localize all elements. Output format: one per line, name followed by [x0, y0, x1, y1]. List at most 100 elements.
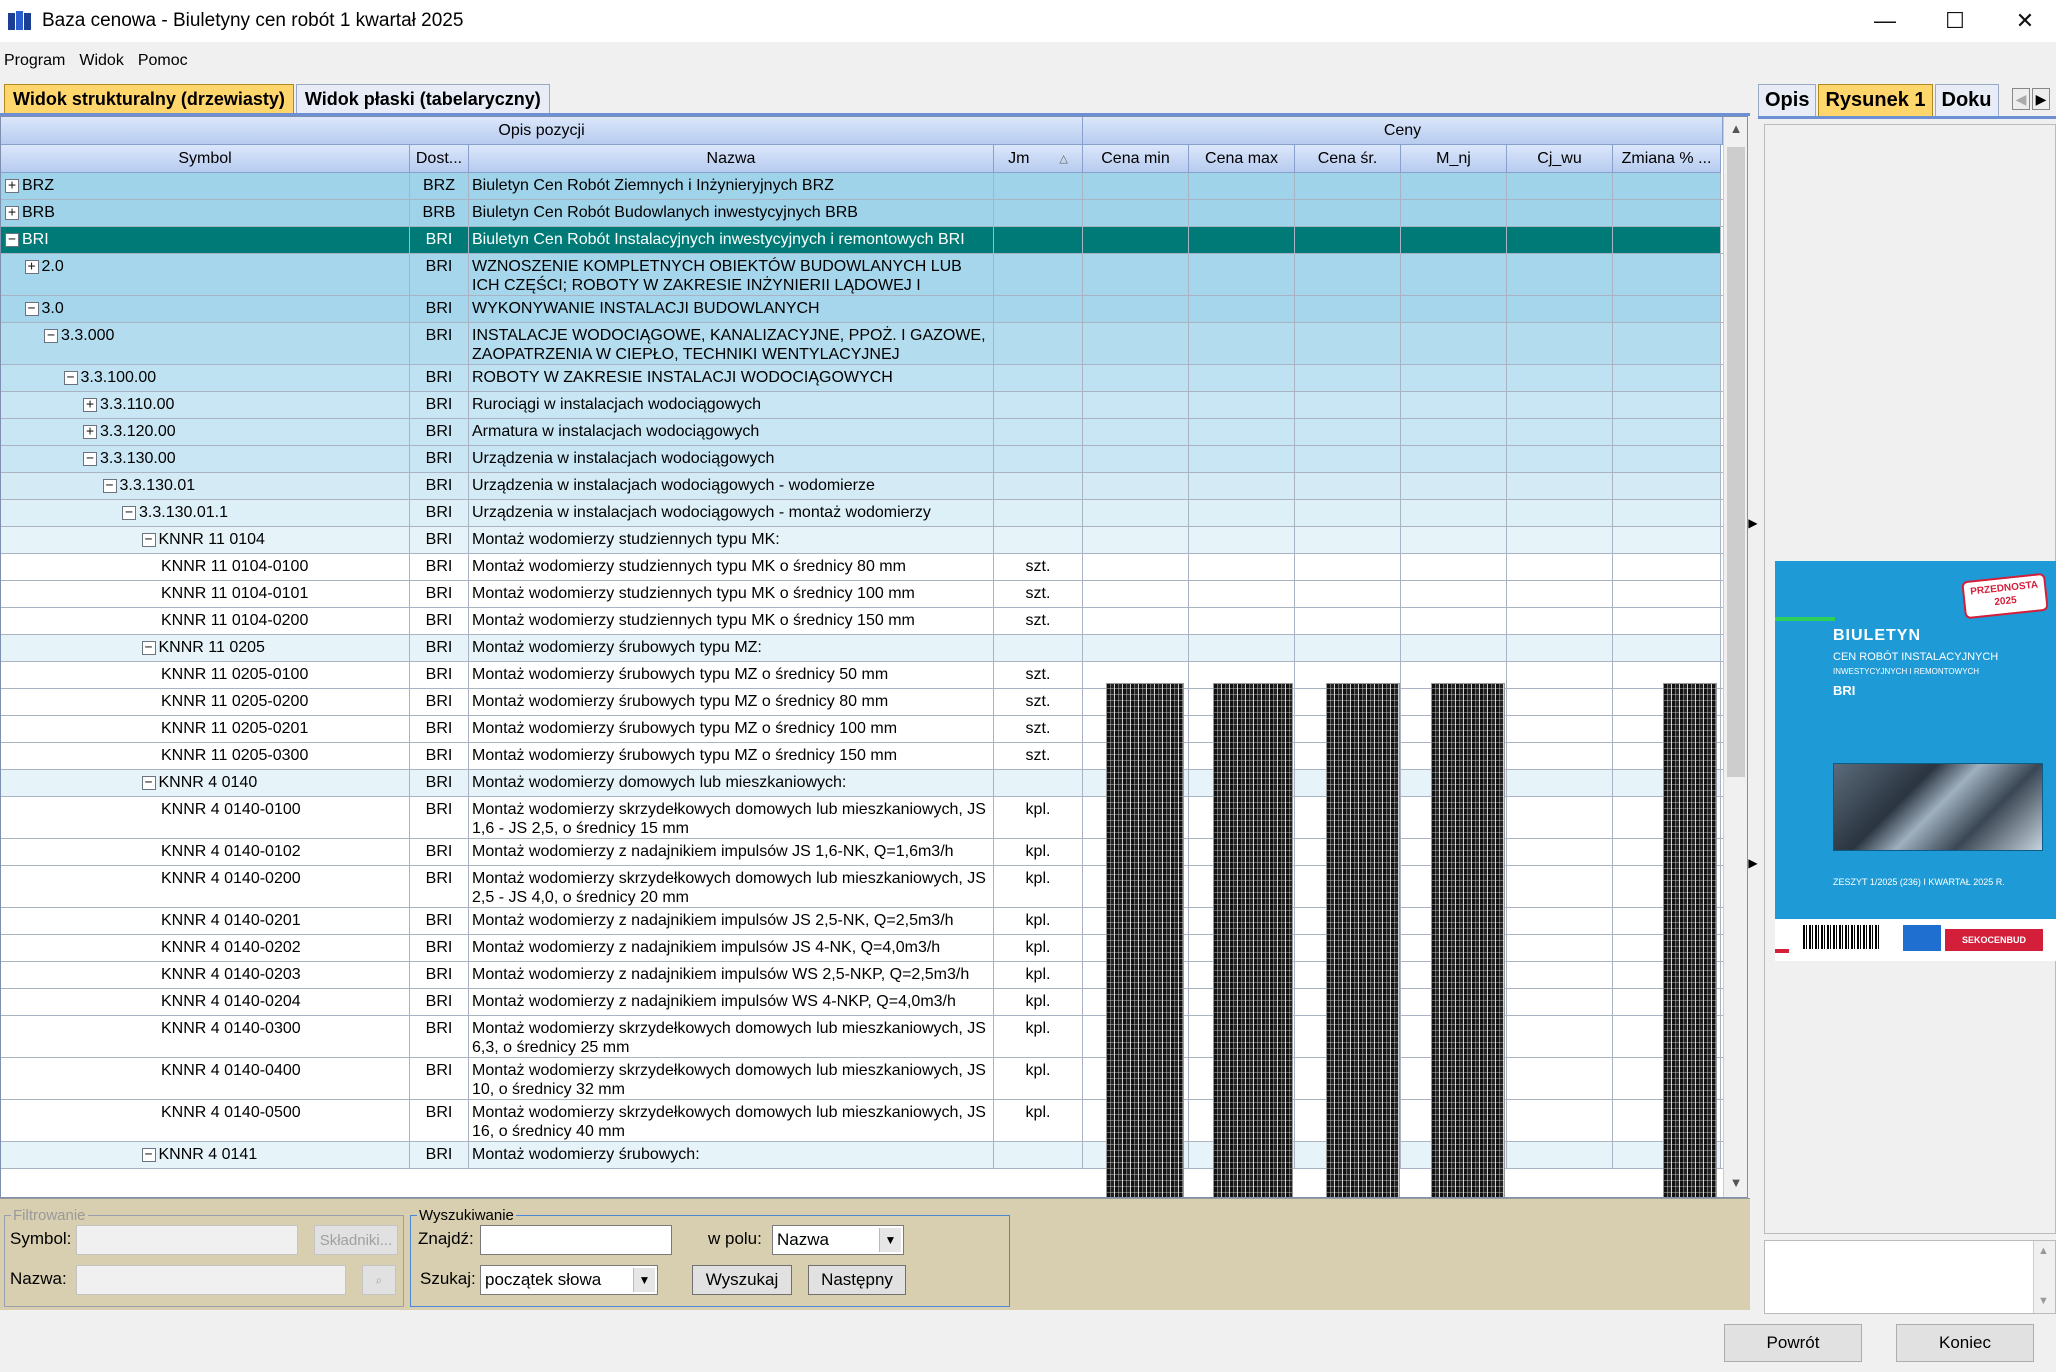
col-jm[interactable]: Jm △ — [994, 145, 1083, 173]
collapse-icon[interactable]: − — [5, 232, 19, 247]
panel-splitter[interactable]: ▶ ▶ — [1748, 116, 1758, 1316]
tab-opis[interactable]: Opis — [1758, 84, 1817, 116]
maximize-button[interactable]: ☐ — [1920, 0, 1990, 42]
notes-scroll-down-icon[interactable]: ▼ — [2038, 1295, 2049, 1307]
skladniki-button[interactable]: Składniki... — [314, 1225, 398, 1255]
scroll-down-icon[interactable]: ▼ — [1724, 1171, 1747, 1195]
col-cj-wu[interactable]: Cj_wu — [1507, 145, 1613, 173]
cell-price — [1507, 500, 1613, 526]
menu-widok[interactable]: Widok — [79, 52, 123, 70]
filter-symbol-input[interactable] — [76, 1225, 298, 1255]
cell-dost: BRI — [410, 662, 469, 688]
notes-scrollbar[interactable]: ▲ ▼ — [2033, 1241, 2055, 1313]
splitter-right-icon-2[interactable]: ▶ — [1748, 856, 1758, 870]
menu-pomoc[interactable]: Pomoc — [138, 52, 188, 70]
table-row[interactable]: +2.0 BRI WZNOSZENIE KOMPLETNYCH OBIEKTÓW B… — [1, 254, 1723, 296]
dropdown-arrow-icon[interactable]: ▼ — [879, 1228, 901, 1252]
col-zmiana[interactable]: Zmiana % ... — [1613, 145, 1721, 173]
menu-program[interactable]: Program — [4, 52, 65, 70]
splitter-right-icon[interactable]: ▶ — [1748, 516, 1758, 530]
table-row[interactable]: + BRZ BRZ Biuletyn Cen Robót Ziemnych i Inż… — [1, 173, 1723, 200]
search-field-select[interactable]: Nazwa ▼ — [772, 1225, 904, 1255]
cell-price — [1295, 554, 1401, 580]
tabs-left-icon[interactable]: ◀ — [2012, 88, 2030, 110]
col-symbol[interactable]: Symbol — [1, 145, 410, 173]
col-m-nj[interactable]: M_nj — [1401, 145, 1507, 173]
table-row[interactable]: +3.3.120.00 BRI Armatura w instalacjach wo… — [1, 419, 1723, 446]
table-row[interactable]: − KNNR 11 0104 BRI Montaż wodomierzy studzi… — [1, 527, 1723, 554]
table-row[interactable]: −3.3.130.01.1 BRI Urządzenia w instalacjac… — [1, 500, 1723, 527]
collapse-icon[interactable]: − — [63, 370, 78, 385]
table-row[interactable]: KNNR 11 0104-0100 BRI Montaż wodomierzy st… — [1, 554, 1723, 581]
tabs-right-icon[interactable]: ▶ — [2032, 88, 2050, 110]
table-row[interactable]: KNNR 11 0104-0200 BRI Montaż wodomierzy st… — [1, 608, 1723, 635]
col-cena-sr[interactable]: Cena śr. — [1295, 145, 1401, 173]
cell-price — [1401, 392, 1507, 418]
cell-price — [1189, 323, 1295, 364]
cell-price — [1295, 254, 1401, 295]
table-row[interactable]: −3.0 BRI WYKONYWANIE INSTALACJI BUDOWLANYC… — [1, 296, 1723, 323]
cell-jm — [994, 254, 1083, 295]
search-input[interactable] — [480, 1225, 672, 1255]
tab-rysunek-1[interactable]: Rysunek 1 — [1818, 84, 1933, 116]
collapse-icon[interactable]: − — [44, 328, 58, 343]
grid-vertical-scrollbar[interactable]: ▲ ▼ — [1723, 117, 1747, 1197]
scroll-up-icon[interactable]: ▲ — [1724, 117, 1747, 141]
col-nazwa[interactable]: Nazwa — [469, 145, 994, 173]
search-mode-select[interactable]: początek słowa ▼ — [480, 1265, 658, 1295]
tab-dokumenty[interactable]: Doku — [1934, 84, 1999, 116]
table-row[interactable]: −3.3.130.00 BRI Urządzenia w instalacjach … — [1, 446, 1723, 473]
scroll-thumb[interactable] — [1727, 147, 1745, 777]
table-row[interactable]: −3.3.100.00 BRI ROBOTY W ZAKRESIE INSTALAC… — [1, 365, 1723, 392]
col-dost[interactable]: Dost... — [410, 145, 469, 173]
table-row[interactable]: −3.3.000 BRI INSTALACJE WODOCIĄGOWE, KANAL… — [1, 323, 1723, 365]
cell-price — [1507, 446, 1613, 472]
cell-dost: BRI — [410, 1100, 469, 1141]
dropdown-arrow-icon-2[interactable]: ▼ — [633, 1268, 655, 1292]
table-row[interactable]: − KNNR 11 0205 BRI Montaż wodomierzy śrubow… — [1, 635, 1723, 662]
cell-nazwa: Montaż wodomierzy domowych lub mieszkani… — [469, 770, 994, 796]
price-tree-grid[interactable]: Opis pozycji Ceny Symbol Dost... Nazwa J… — [0, 116, 1748, 1198]
filter-nazwa-input[interactable] — [76, 1265, 346, 1295]
collapse-icon[interactable]: − — [141, 532, 156, 547]
collapse-icon[interactable]: − — [141, 1147, 156, 1162]
tab-flat[interactable]: Widok płaski (tabelaryczny) — [295, 84, 550, 114]
expand-icon[interactable]: + — [5, 178, 19, 193]
end-button[interactable]: Koniec — [1896, 1324, 2034, 1362]
filter-apply-icon[interactable]: ⌕ — [362, 1265, 396, 1295]
collapse-icon[interactable]: − — [24, 301, 39, 316]
col-cena-min[interactable]: Cena min — [1083, 145, 1189, 173]
table-row[interactable]: KNNR 11 0104-0101 BRI Montaż wodomierzy st… — [1, 581, 1723, 608]
cell-price — [1083, 365, 1189, 391]
collapse-icon[interactable]: − — [141, 775, 156, 790]
collapse-icon[interactable]: − — [141, 640, 156, 655]
col-cena-max[interactable]: Cena max — [1189, 145, 1295, 173]
table-row[interactable]: + BRB BRB Biuletyn Cen Robót Budowlanych in… — [1, 200, 1723, 227]
collapse-icon[interactable]: − — [102, 478, 117, 493]
expand-icon[interactable]: + — [83, 424, 97, 439]
tab-structural[interactable]: Widok strukturalny (drzewiasty) — [4, 84, 294, 114]
search-button[interactable]: Wyszukaj — [692, 1265, 792, 1295]
table-row[interactable]: +3.3.110.00 BRI Rurociągi w instalacjach w… — [1, 392, 1723, 419]
expand-icon[interactable]: + — [83, 397, 97, 412]
symbol-text: KNNR 11 0205-0300 — [161, 747, 309, 764]
close-button[interactable]: ✕ — [1990, 0, 2056, 42]
table-row[interactable]: −3.3.130.01 BRI Urządzenia w instalacjach … — [1, 473, 1723, 500]
cell-symbol: KNNR 11 0104-0200 — [1, 608, 410, 634]
table-row[interactable]: − BRI BRI Biuletyn Cen Robót Instalacyjnych… — [1, 227, 1723, 254]
notes-scroll-up-icon[interactable]: ▲ — [2038, 1245, 2049, 1257]
expand-icon[interactable]: + — [24, 259, 39, 274]
minimize-button[interactable]: — — [1850, 0, 1920, 42]
cell-dost: BRI — [410, 365, 469, 391]
cell-price — [1613, 581, 1721, 607]
redacted-cena-min — [1106, 683, 1184, 1197]
expand-icon[interactable]: + — [5, 205, 19, 220]
collapse-icon[interactable]: − — [122, 505, 136, 520]
cell-dost: BRI — [410, 446, 469, 472]
cell-price — [1507, 392, 1613, 418]
notes-box[interactable]: ▲ ▼ — [1764, 1240, 2056, 1314]
collapse-icon[interactable]: − — [83, 451, 97, 466]
cell-price — [1295, 527, 1401, 553]
next-button[interactable]: Następny — [808, 1265, 906, 1295]
back-button[interactable]: Powrót — [1724, 1324, 1862, 1362]
